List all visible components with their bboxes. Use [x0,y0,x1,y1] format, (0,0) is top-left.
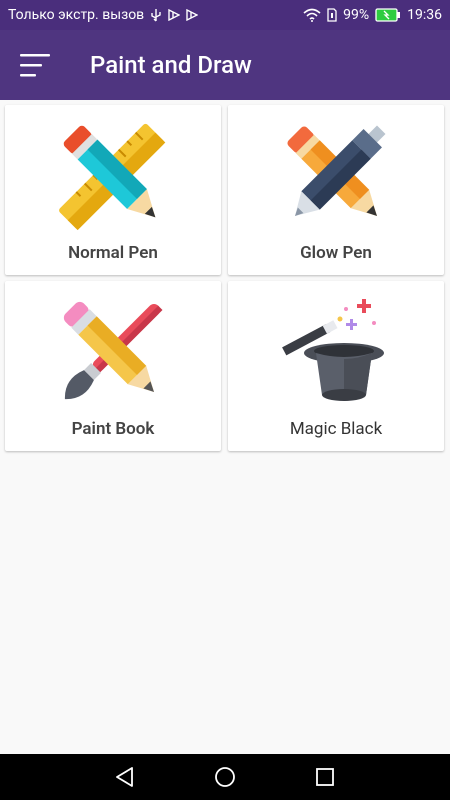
content-area: Normal Pen Glow Pen Paint Book Magic Bla… [0,100,450,754]
back-button[interactable] [111,763,139,791]
recents-button[interactable] [311,763,339,791]
pencil-brush-icon [63,301,163,400]
clock: 19:36 [407,7,442,23]
wifi-icon [303,8,321,22]
status-right: 99% 19:36 [303,7,442,23]
app-bar: Paint and Draw [0,30,450,100]
pencil-ruler-icon [59,123,166,231]
battery-icon [375,8,401,22]
card-label: Paint Book [71,419,155,439]
page-title: Paint and Draw [90,51,252,79]
menu-button[interactable] [0,30,70,100]
battery-percent: 99% [343,7,370,23]
card-glow-pen[interactable]: Glow Pen [228,105,444,275]
notification-icon [186,9,199,21]
sim-icon [327,8,337,22]
magic-hat-icon [282,299,384,401]
notification-icon [168,9,181,21]
pen-pencil-icon [287,125,386,217]
card-label: Magic Black [289,419,383,439]
home-icon [215,767,235,787]
card-paint-book[interactable]: Paint Book [5,281,221,451]
navigation-bar [0,754,450,800]
usb-icon [150,8,162,22]
menu-icon [20,54,50,77]
back-icon [116,767,133,787]
card-label: Glow Pen [300,243,372,263]
recents-icon [316,768,334,786]
status-bar: Только экстр. вызов 99% 19:36 [0,0,450,30]
carrier-text: Только экстр. вызов [8,7,145,23]
card-magic-black[interactable]: Magic Black [228,281,444,451]
home-button[interactable] [211,763,239,791]
card-label: Normal Pen [68,243,158,263]
status-left: Только экстр. вызов [8,7,199,23]
card-normal-pen[interactable]: Normal Pen [5,105,221,275]
